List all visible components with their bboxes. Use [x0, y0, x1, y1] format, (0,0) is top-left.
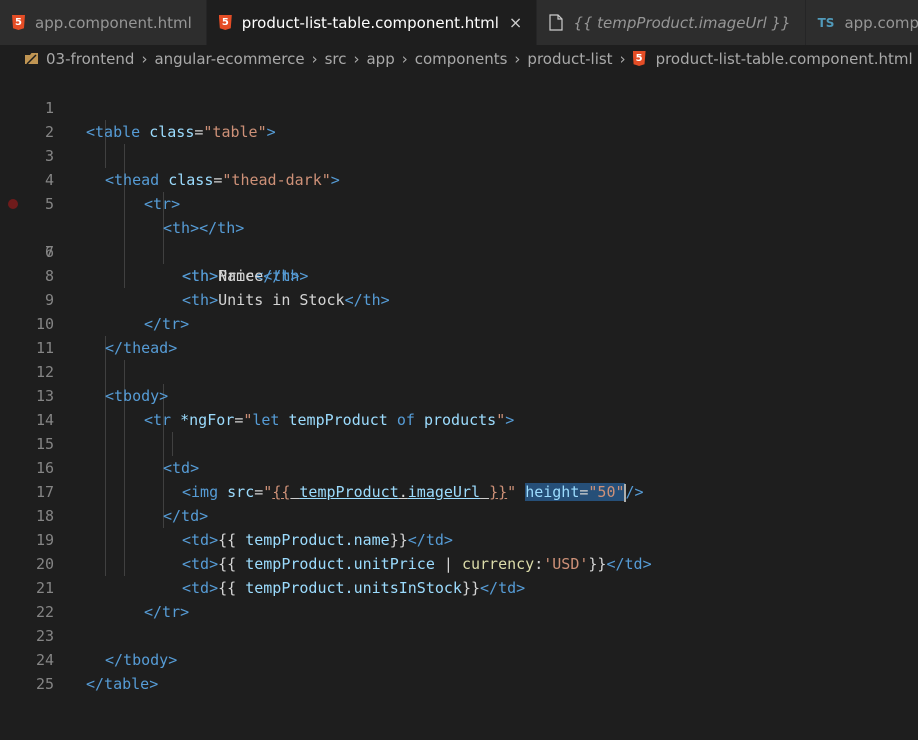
code-line[interactable]: 12 <tbody> — [0, 336, 918, 405]
code-line[interactable]: 6 <th>Name</th> — [0, 192, 918, 285]
tab-app-component-ts[interactable]: TS app.comp — [805, 0, 918, 45]
code-line[interactable]: 18 <td>{{ tempProduct.name}}</td> — [0, 480, 918, 549]
tab-label: app.component.html — [35, 13, 192, 32]
breadcrumb-item[interactable]: angular-ecommerce — [154, 50, 304, 68]
code-editor[interactable]: 1 <table class="table"> 2 3 <thead class… — [0, 72, 918, 740]
code-line[interactable]: 15 <td> — [0, 408, 918, 477]
code-line[interactable]: 22 — [0, 576, 918, 621]
code-line[interactable]: 24 </table> — [0, 624, 918, 693]
code-line[interactable]: 23 </tbody> — [0, 600, 918, 669]
tab-label: {{ tempProduct.imageUrl }} — [573, 13, 791, 32]
code-line[interactable]: 5 <th></th> — [0, 168, 918, 237]
code-line[interactable]: 17 </td> — [0, 456, 918, 525]
breadcrumb-item[interactable]: product-list — [527, 50, 612, 68]
close-icon[interactable]: × — [509, 13, 522, 32]
code-line[interactable]: 2 — [0, 96, 918, 141]
breadcrumb: 03-frontend › angular-ecommerce › src › … — [0, 45, 918, 72]
tab-label: product-list-table.component.html — [241, 13, 499, 32]
html5-icon: 5 — [632, 51, 646, 66]
tab-app-component-html[interactable]: 5 app.component.html — [0, 0, 207, 45]
chevron-right-icon: › — [141, 49, 148, 68]
chevron-right-icon: › — [401, 49, 408, 68]
breadcrumb-item[interactable]: components — [415, 50, 508, 68]
code-line[interactable]: 1 <table class="table"> — [0, 72, 918, 141]
html5-icon: 5 — [218, 15, 232, 30]
code-line[interactable]: 4 <tr> — [0, 144, 918, 213]
breadcrumb-item[interactable]: app — [366, 50, 394, 68]
code-line[interactable]: 11 — [0, 312, 918, 357]
code-line[interactable]: 14 — [0, 384, 918, 429]
breadcrumb-item[interactable]: src — [325, 50, 347, 68]
editor-tab-bar: 5 app.component.html 5 product-list-tabl… — [0, 0, 918, 45]
typescript-icon: TS — [817, 15, 835, 30]
code-line[interactable]: 25 — [0, 648, 918, 693]
chevron-right-icon: › — [619, 49, 626, 68]
code-line[interactable]: 8 <th>Units in Stock</th> — [0, 240, 918, 309]
code-line[interactable]: 16 <img src="{{ tempProduct.imageUrl }}"… — [0, 432, 918, 502]
tab-product-list-table-component-html[interactable]: 5 product-list-table.component.html × — [206, 0, 538, 45]
file-icon — [549, 14, 563, 31]
chevron-right-icon: › — [353, 49, 360, 68]
breadcrumb-item[interactable]: product-list-table.component.html — [656, 50, 913, 68]
html5-icon: 5 — [12, 15, 25, 30]
folder-icon — [24, 52, 46, 66]
code-line[interactable]: 9 </tr> — [0, 264, 918, 333]
code-line[interactable]: 10 </thead> — [0, 288, 918, 357]
code-line[interactable]: 13 <tr *ngFor="let tempProduct of produc… — [0, 360, 918, 429]
breadcrumb-item[interactable]: 03-frontend — [46, 50, 134, 68]
code-line[interactable]: 7 <th>Price</th> — [0, 216, 918, 285]
tab-temp-product-image-url[interactable]: {{ tempProduct.imageUrl }} — [537, 0, 806, 45]
chevron-right-icon: › — [514, 49, 521, 68]
code-line[interactable]: 20 <td>{{ tempProduct.unitsInStock}}</td… — [0, 528, 918, 597]
code-token: </table> — [86, 675, 159, 693]
line-number: 25 — [35, 675, 54, 693]
code-line[interactable]: 21 </tr> — [0, 552, 918, 621]
breakpoint-icon[interactable] — [8, 199, 18, 209]
code-line[interactable]: 19 <td>{{ tempProduct.unitPrice | curren… — [0, 504, 918, 573]
tab-label: app.comp — [844, 13, 918, 32]
chevron-right-icon: › — [311, 49, 318, 68]
code-line[interactable]: 3 <thead class="thead-dark"> — [0, 120, 918, 189]
